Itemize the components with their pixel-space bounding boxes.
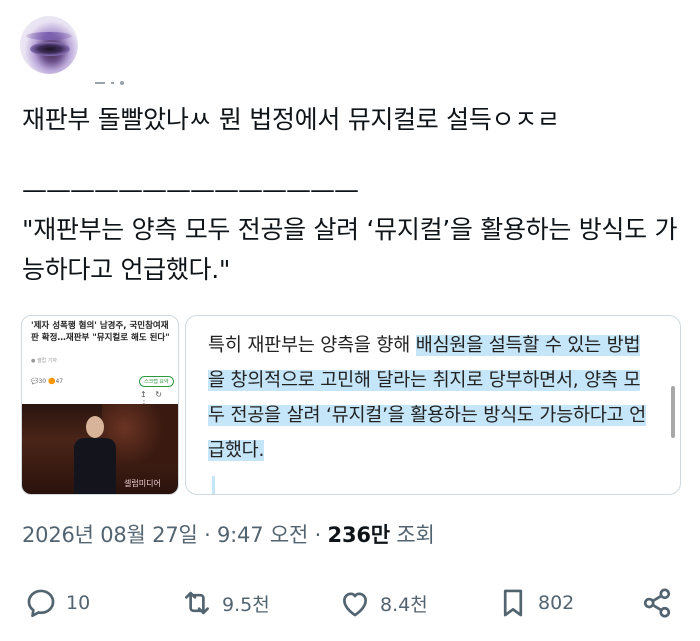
bookmark-button[interactable]: 802 (496, 583, 574, 623)
news-headline: '제자 성폭행 혐의' 남경주, 국민참여재판 확정…재판부 "뮤지컬로 해도 … (31, 321, 170, 343)
heart-icon (343, 592, 367, 617)
tweet-timestamp[interactable]: 2026년 08월 27일 · 9:47 오전 · (22, 523, 328, 547)
like-count: 8.4천 (380, 593, 428, 616)
share-button[interactable] (640, 583, 674, 623)
view-label: 조회 (389, 523, 435, 547)
scrollbar[interactable] (671, 386, 675, 438)
avatar-eye (30, 42, 70, 56)
news-reactions: 💬30 🟠47 (31, 378, 64, 385)
reply-button[interactable]: 10 (24, 583, 90, 623)
selection-handle (212, 476, 215, 494)
image-article-excerpt[interactable]: 특히 재판부는 양측을 향해 배심원을 설득할 수 있는 방법을 창의적으로 고… (185, 315, 681, 495)
summary-badge: 스크랩 요약 (139, 376, 174, 387)
reply-icon (27, 589, 55, 618)
news-byline: ● 셀럽 기자 (31, 358, 57, 364)
retweet-button[interactable]: 9.5천 (180, 583, 270, 623)
bookmark-icon (503, 589, 523, 617)
article-text-plain: 특히 재판부는 양측을 향해 (208, 335, 416, 356)
like-button[interactable]: 8.4천 (338, 583, 428, 623)
retweet-count: 9.5천 (222, 593, 270, 616)
tweet-text: 재판부 돌빨았나ㅆ 뭔 법정에서 뮤지컬로 설득ㅇㅈㄹ (22, 105, 560, 134)
view-count: 236만 (327, 523, 391, 547)
share-icon (643, 588, 671, 618)
news-photo: 셀럽미디어 (22, 404, 178, 494)
avatar-brow (26, 32, 72, 40)
photo-person (74, 416, 116, 494)
reply-count: 10 (66, 592, 91, 614)
tweet-divider: —————————————— (22, 175, 359, 204)
action-bar: 10 9.5천 8.4천 802 (0, 583, 700, 623)
retweet-icon (185, 591, 209, 615)
username-cropped (95, 72, 235, 85)
bookmark-count: 802 (538, 592, 575, 614)
avatar[interactable] (20, 16, 78, 74)
tweet-meta: 2026년 08월 27일 · 9:47 오전 · 236만 조회 (22, 519, 435, 549)
tweet-quote: "재판부는 양측 모두 전공을 살려 ‘뮤지컬’을 활용하는 방식도 가능하다고… (22, 215, 678, 284)
article-text: 특히 재판부는 양측을 향해 배심원을 설득할 수 있는 방법을 창의적으로 고… (208, 328, 648, 468)
photo-logo: 셀럽미디어 (124, 479, 161, 488)
image-news-screenshot[interactable]: '제자 성폭행 혐의' 남경주, 국민참여재판 확정…재판부 "뮤지컬로 해도 … (21, 315, 179, 495)
